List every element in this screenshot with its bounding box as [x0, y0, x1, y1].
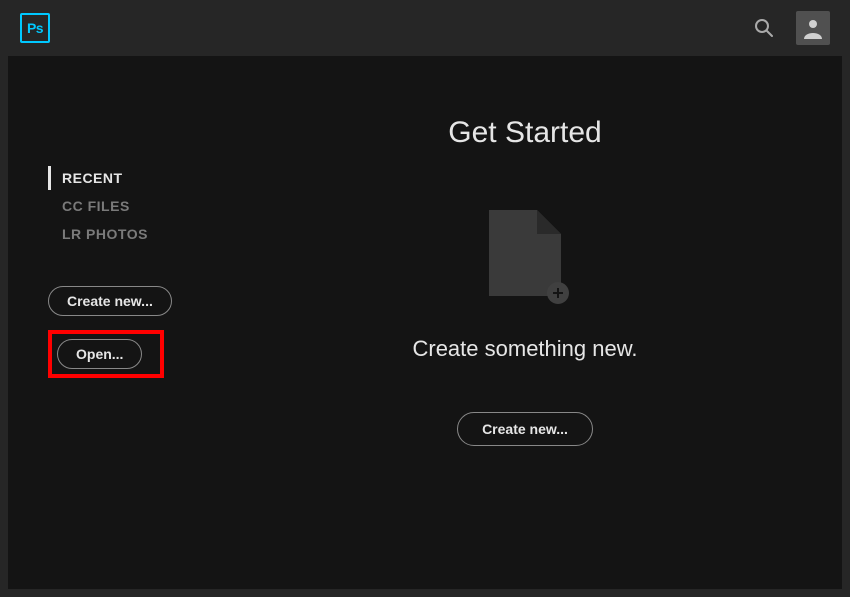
sidebar-item-label: LR PHOTOS	[62, 226, 148, 242]
open-button[interactable]: Open...	[57, 339, 142, 369]
search-icon[interactable]	[748, 12, 780, 44]
main-panel: Get Started Create something new. Creat	[208, 56, 842, 589]
create-new-button[interactable]: Create new...	[48, 286, 172, 316]
person-icon	[802, 17, 824, 39]
magnifier-icon	[754, 18, 774, 38]
sidebar-item-label: CC FILES	[62, 198, 130, 214]
main-subtitle: Create something new.	[412, 336, 637, 362]
plus-icon	[547, 282, 569, 304]
sidebar-item-cc-files[interactable]: CC FILES	[48, 194, 208, 218]
app-logo-text: Ps	[27, 20, 43, 36]
app-window: Ps RECENT CC FILES LR PHOTOS	[0, 0, 850, 597]
main-create-new-button[interactable]: Create new...	[457, 412, 593, 446]
tutorial-highlight: Open...	[48, 330, 164, 378]
new-document-graphic	[489, 210, 561, 296]
app-logo: Ps	[20, 13, 50, 43]
sidebar-item-label: RECENT	[62, 170, 123, 186]
page-title: Get Started	[448, 116, 601, 150]
document-icon	[489, 210, 561, 296]
content-area: RECENT CC FILES LR PHOTOS Create new... …	[8, 56, 842, 589]
sidebar-item-recent[interactable]: RECENT	[48, 166, 208, 190]
sidebar: RECENT CC FILES LR PHOTOS Create new... …	[8, 56, 208, 589]
user-avatar[interactable]	[796, 11, 830, 45]
sidebar-item-lr-photos[interactable]: LR PHOTOS	[48, 222, 208, 246]
sidebar-buttons: Create new... Open...	[48, 286, 208, 378]
top-bar: Ps	[0, 0, 850, 56]
